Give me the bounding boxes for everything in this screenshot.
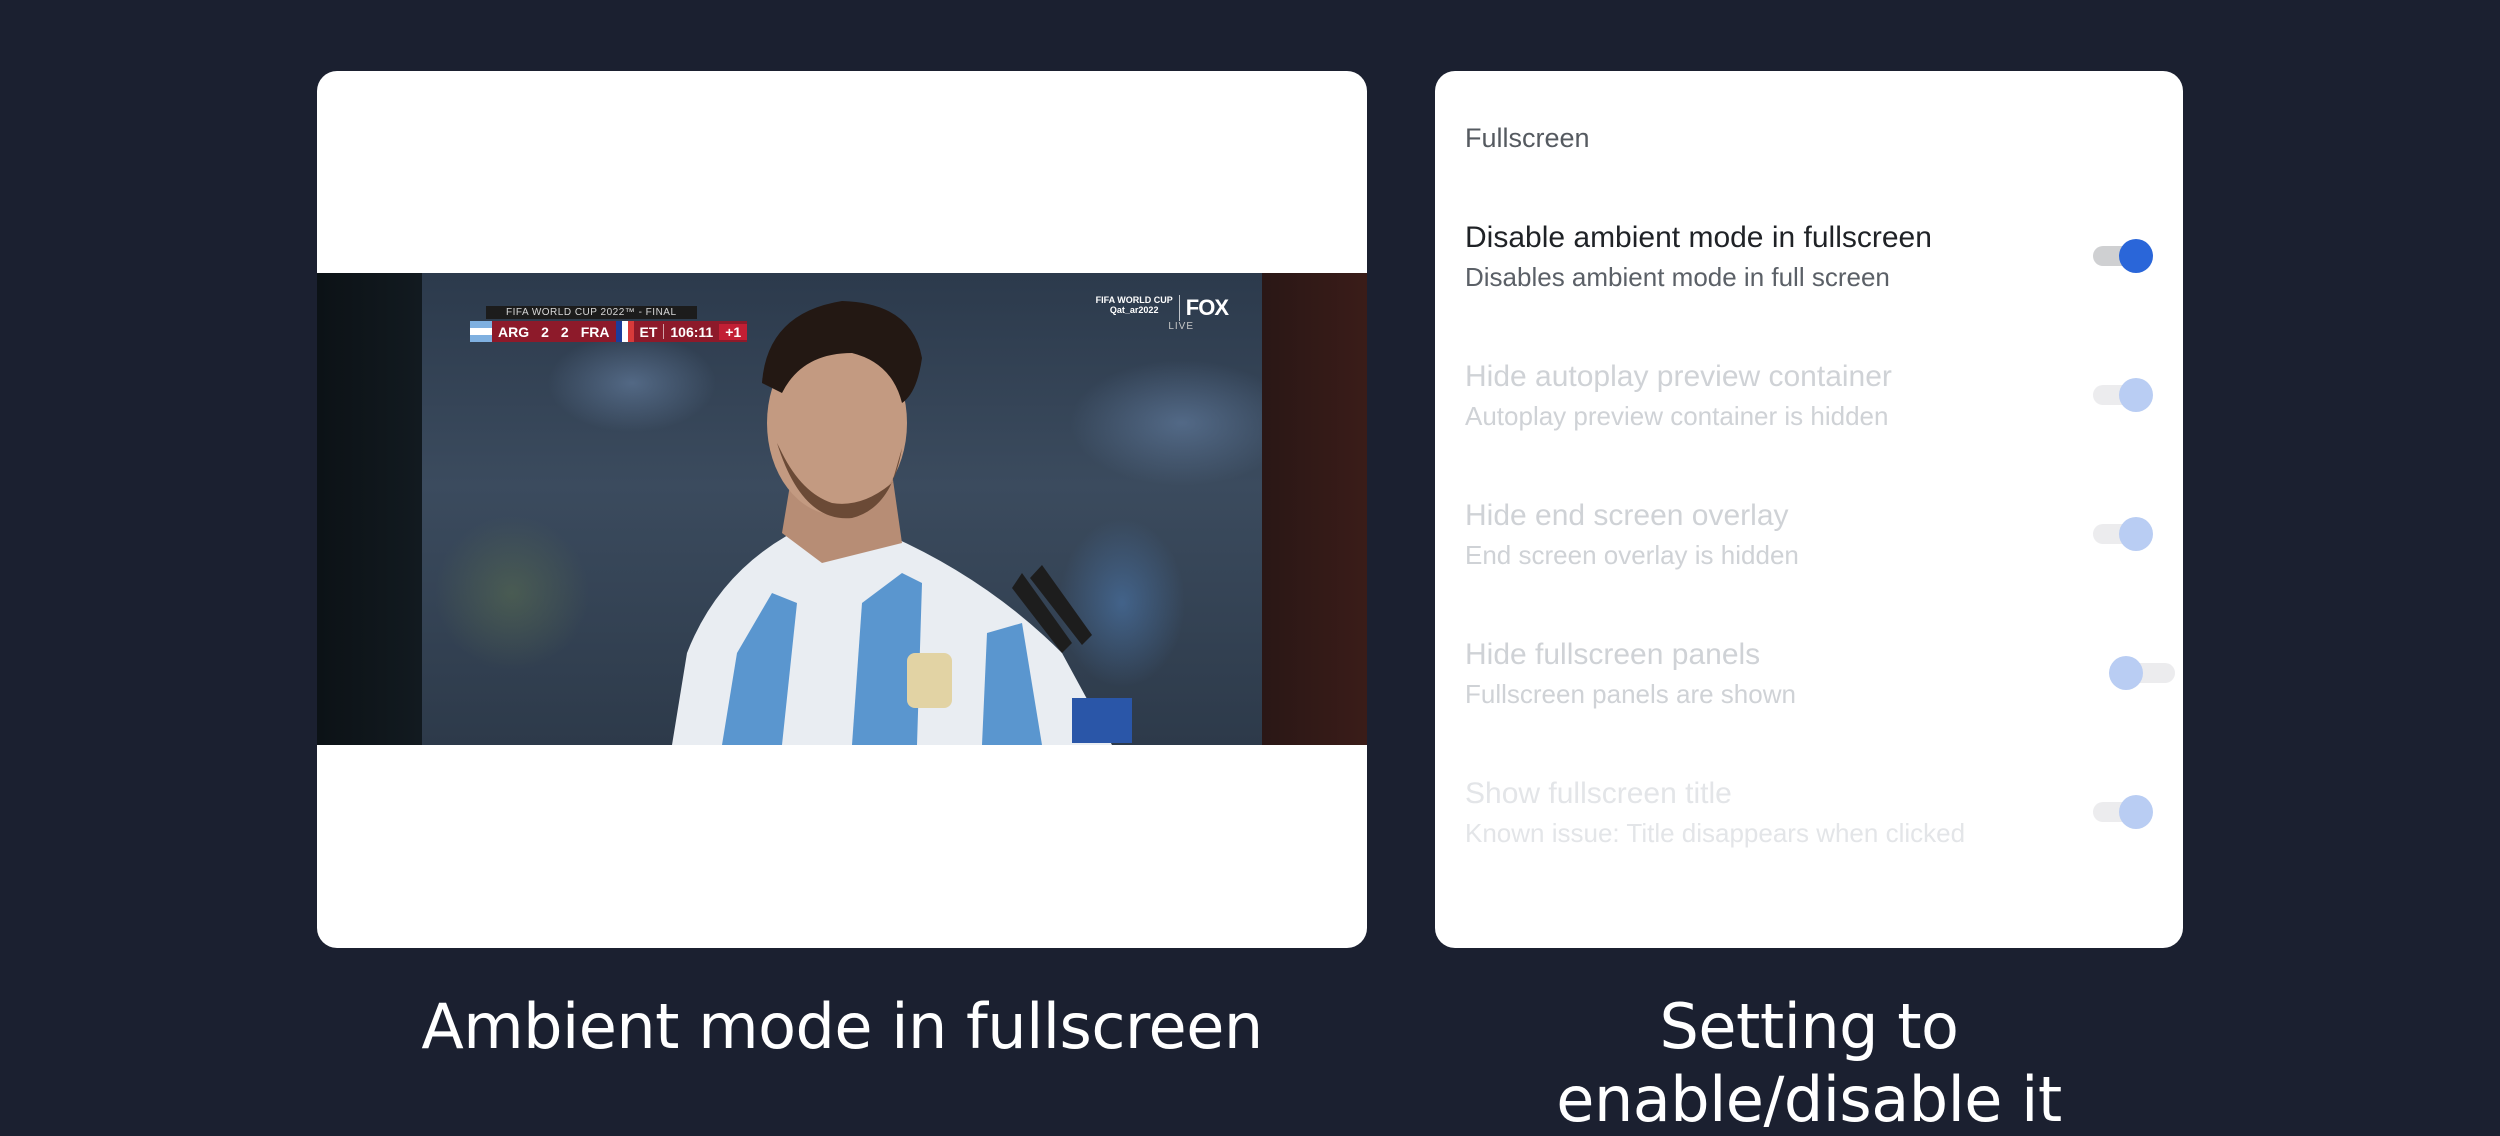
toggle-switch[interactable] xyxy=(2109,652,2177,692)
setting-description: Fullscreen panels are shown xyxy=(1465,679,1796,709)
live-label: LIVE xyxy=(1168,321,1194,332)
world-cup-logo-line1: FIFA WORLD CUP xyxy=(1095,295,1173,305)
left-caption: Ambient mode in fullscreen xyxy=(421,990,1263,1063)
setting-description: End screen overlay is hidden xyxy=(1465,540,1799,570)
score-row: ARG 2 2 FRA ET 106:11 +1 xyxy=(470,321,748,342)
section-title: Fullscreen xyxy=(1465,123,1590,153)
toggle-knob xyxy=(2109,656,2143,690)
added-time-badge: +1 xyxy=(719,323,748,340)
toggle-knob xyxy=(2119,517,2153,551)
toggle-knob xyxy=(2119,378,2153,412)
setting-label: Hide end screen overlay xyxy=(1465,499,1789,532)
setting-disable-ambient-mode[interactable]: Disable ambient mode in fullscreen Disab… xyxy=(1465,221,2153,301)
toggle-switch[interactable] xyxy=(2093,791,2153,831)
setting-description: Known issue: Title disappears when click… xyxy=(1465,818,1966,848)
world-cup-logo: FIFA WORLD CUP Qat_ar2022 xyxy=(1096,295,1173,315)
setting-description: Autoplay preview container is hidden xyxy=(1465,401,1889,431)
home-team: ARG xyxy=(498,323,530,340)
period-label: ET xyxy=(639,323,658,340)
argentina-flag-icon xyxy=(470,321,492,342)
setting-description: Disables ambient mode in full screen xyxy=(1465,262,1890,292)
setting-hide-autoplay-preview[interactable]: Hide autoplay preview container Autoplay… xyxy=(1465,360,2153,440)
ambient-preview-card: FIFA WORLD CUP 2022™ - FINAL ARG 2 2 FRA… xyxy=(317,71,1367,948)
scoreboard-overlay: FIFA WORLD CUP 2022™ - FINAL ARG 2 2 FRA… xyxy=(470,302,748,342)
fullscreen-video-frame[interactable]: FIFA WORLD CUP 2022™ - FINAL ARG 2 2 FRA… xyxy=(317,273,1367,745)
setting-label: Hide autoplay preview container xyxy=(1465,360,1892,393)
toggle-switch[interactable] xyxy=(2093,374,2153,414)
video-still-image xyxy=(672,301,1132,745)
setting-hide-fullscreen-panels[interactable]: Hide fullscreen panels Fullscreen panels… xyxy=(1465,638,2175,718)
setting-label: Show fullscreen title xyxy=(1465,777,1732,810)
competition-label: FIFA WORLD CUP 2022™ - FINAL xyxy=(486,306,697,319)
fox-logo: FOX xyxy=(1178,295,1229,321)
home-score: 2 xyxy=(541,323,549,340)
toggle-knob xyxy=(2119,795,2153,829)
match-clock: 106:11 xyxy=(670,323,714,340)
setting-label: Hide fullscreen panels xyxy=(1465,638,1761,671)
broadcaster-logo: FIFA WORLD CUP Qat_ar2022 FOX LIVE xyxy=(1096,295,1229,332)
toggle-switch[interactable] xyxy=(2093,235,2153,275)
toggle-knob xyxy=(2119,239,2153,273)
france-flag-icon xyxy=(615,321,634,342)
right-caption: Setting to enable/disable it xyxy=(1556,990,2062,1136)
setting-hide-end-screen-overlay[interactable]: Hide end screen overlay End screen overl… xyxy=(1465,499,2153,579)
setting-label: Disable ambient mode in fullscreen xyxy=(1465,221,1932,254)
away-score: 2 xyxy=(560,323,569,340)
video-content: FIFA WORLD CUP 2022™ - FINAL ARG 2 2 FRA… xyxy=(422,273,1262,745)
away-team: FRA xyxy=(580,323,610,340)
setting-show-fullscreen-title[interactable]: Show fullscreen title Known issue: Title… xyxy=(1465,777,2153,857)
fullscreen-settings-card: Fullscreen Disable ambient mode in fulls… xyxy=(1435,71,2183,948)
toggle-switch[interactable] xyxy=(2093,513,2153,553)
world-cup-logo-line2: Qat_ar2022 xyxy=(1109,305,1159,315)
